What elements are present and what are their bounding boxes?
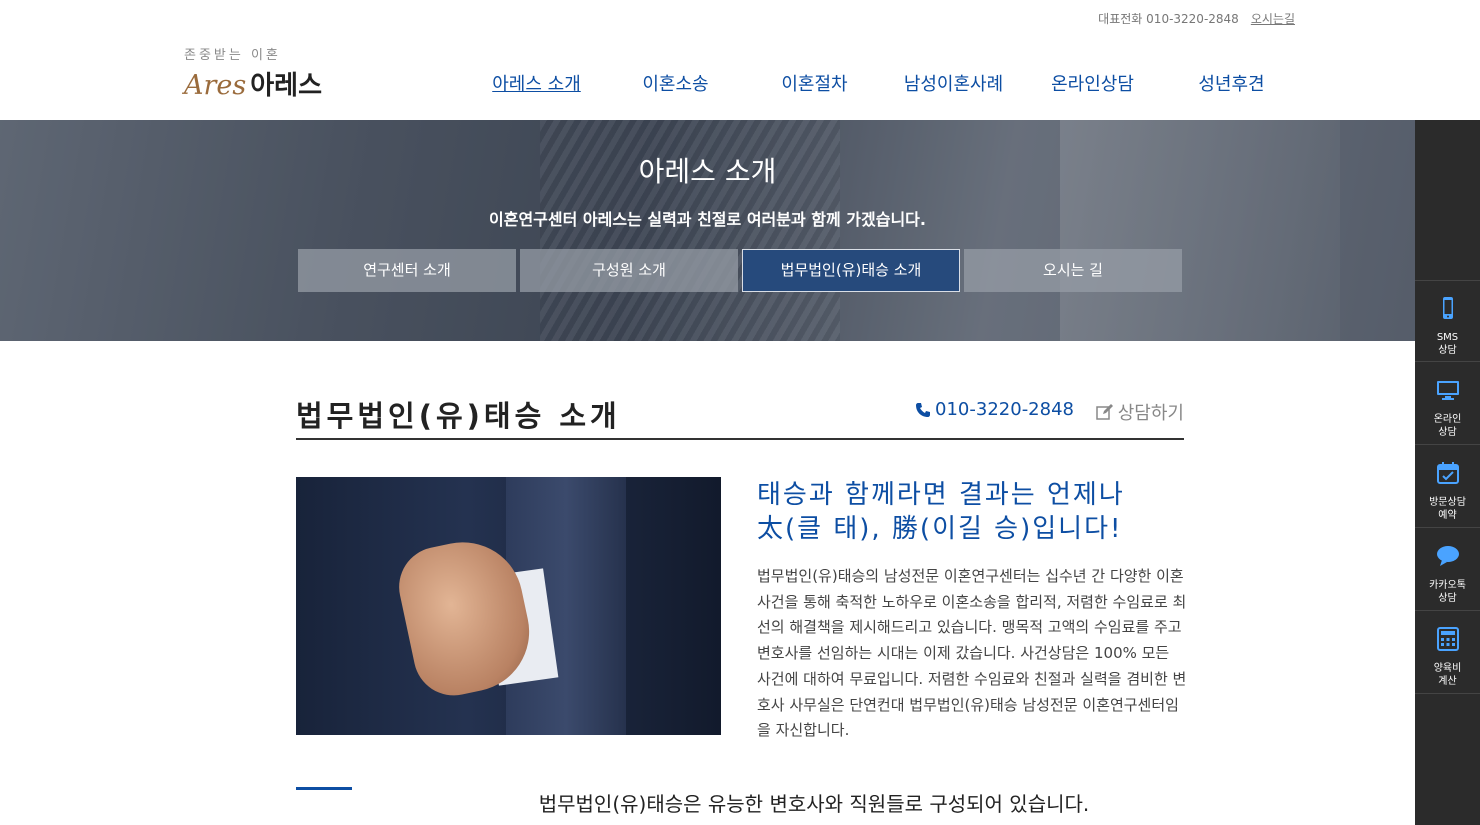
nav-item-online-consult[interactable]: 온라인상담 bbox=[1023, 70, 1162, 96]
quick-sms-label: SMS 상담 bbox=[1436, 332, 1459, 356]
tab-members[interactable]: 구성원 소개 bbox=[520, 249, 738, 292]
phone-label: 대표전화 010-3220-2848 bbox=[1098, 12, 1239, 26]
logo-brand-en: Ares bbox=[184, 70, 247, 101]
hero-title: 아레스 소개 bbox=[638, 155, 777, 188]
phone-icon bbox=[916, 402, 931, 417]
quick-online-label: 온라인 상담 bbox=[1433, 414, 1462, 438]
mobile-phone-icon bbox=[1442, 297, 1453, 319]
intro-body: 법무법인(유)태승의 남성전문 이혼연구센터는 십수년 간 다양한 이혼 사건을… bbox=[757, 567, 1187, 740]
calendar-check-icon bbox=[1436, 462, 1459, 484]
quick-kakaotalk-consult[interactable]: 카카오톡 상담 bbox=[1415, 529, 1480, 611]
tab-directions[interactable]: 오시는 길 bbox=[964, 249, 1182, 292]
edit-icon bbox=[1096, 404, 1113, 420]
calculator-icon bbox=[1436, 627, 1459, 651]
tab-research-center[interactable]: 연구센터 소개 bbox=[298, 249, 516, 292]
quick-online-consult[interactable]: 온라인 상담 bbox=[1415, 363, 1480, 445]
main-navigation: 아레스 소개 이혼소송 이혼절차 남성이혼사례 온라인상담 성년후견 bbox=[467, 70, 1301, 96]
quick-sms-consult[interactable]: SMS 상담 bbox=[1415, 280, 1480, 362]
hero-description: 이혼연구센터 아레스는 실력과 친절로 여러분과 함께 가겠습니다. bbox=[489, 210, 926, 229]
directions-link[interactable]: 오시는길 bbox=[1251, 10, 1295, 27]
intro-headline: 태승과 함께라면 결과는 언제나 太(클 태), 勝(이길 승)입니다! bbox=[757, 480, 1125, 544]
quick-menu: SMS 상담 온라인 상담 방문상담 예약 카카오톡 상담 양육비 계산 bbox=[1415, 120, 1480, 825]
nav-item-divorce-procedure[interactable]: 이혼절차 bbox=[745, 70, 884, 96]
hero-banner: 아레스 소개 이혼연구센터 아레스는 실력과 친절로 여러분과 함께 가겠습니다… bbox=[0, 120, 1415, 341]
tab-law-firm[interactable]: 법무법인(유)태승 소개 bbox=[742, 249, 960, 292]
section-subtitle: 법무법인(유)태승은 유능한 변호사와 직원들로 구성되어 있습니다. bbox=[538, 792, 1090, 816]
chat-bubble-icon bbox=[1436, 546, 1459, 566]
consult-label: 상담하기 bbox=[1117, 403, 1184, 424]
nav-item-about[interactable]: 아레스 소개 bbox=[467, 70, 606, 96]
logo-brand-ko: 아레스 bbox=[250, 71, 323, 101]
quick-kakao-label: 카카오톡 상담 bbox=[1429, 580, 1466, 604]
monitor-icon bbox=[1436, 381, 1459, 400]
sub-navigation: 연구센터 소개 구성원 소개 법무법인(유)태승 소개 오시는 길 bbox=[298, 249, 1182, 292]
quick-calc-label: 양육비 계산 bbox=[1433, 663, 1462, 687]
page-title: 법무법인(유)태승 소개 bbox=[296, 399, 621, 433]
quick-visit-reservation[interactable]: 방문상담 예약 bbox=[1415, 446, 1480, 528]
nav-item-adult-guardianship[interactable]: 성년후견 bbox=[1162, 70, 1301, 96]
site-logo[interactable]: 존중받는 이혼 Ares 아레스 bbox=[184, 44, 322, 102]
consult-button[interactable]: 상담하기 bbox=[1096, 399, 1184, 425]
phone-link[interactable]: 010-3220-2848 bbox=[915, 399, 1074, 420]
quick-visit-label: 방문상담 예약 bbox=[1429, 497, 1466, 521]
handshake-photo bbox=[296, 477, 721, 735]
quick-child-support-calc[interactable]: 양육비 계산 bbox=[1415, 612, 1480, 694]
logo-slogan: 존중받는 이혼 bbox=[184, 48, 281, 63]
intro-section: 태승과 함께라면 결과는 언제나 太(클 태), 勝(이길 승)입니다! 법무법… bbox=[757, 478, 1187, 744]
nav-item-divorce-litigation[interactable]: 이혼소송 bbox=[606, 70, 745, 96]
phone-number: 010-3220-2848 bbox=[935, 399, 1074, 420]
nav-item-male-divorce-cases[interactable]: 남성이혼사례 bbox=[884, 70, 1023, 96]
top-utility-bar: 대표전화 010-3220-2848 오시는길 bbox=[1098, 10, 1295, 27]
content-header: 법무법인(유)태승 소개 010-3220-2848 상담하기 bbox=[296, 383, 1184, 440]
